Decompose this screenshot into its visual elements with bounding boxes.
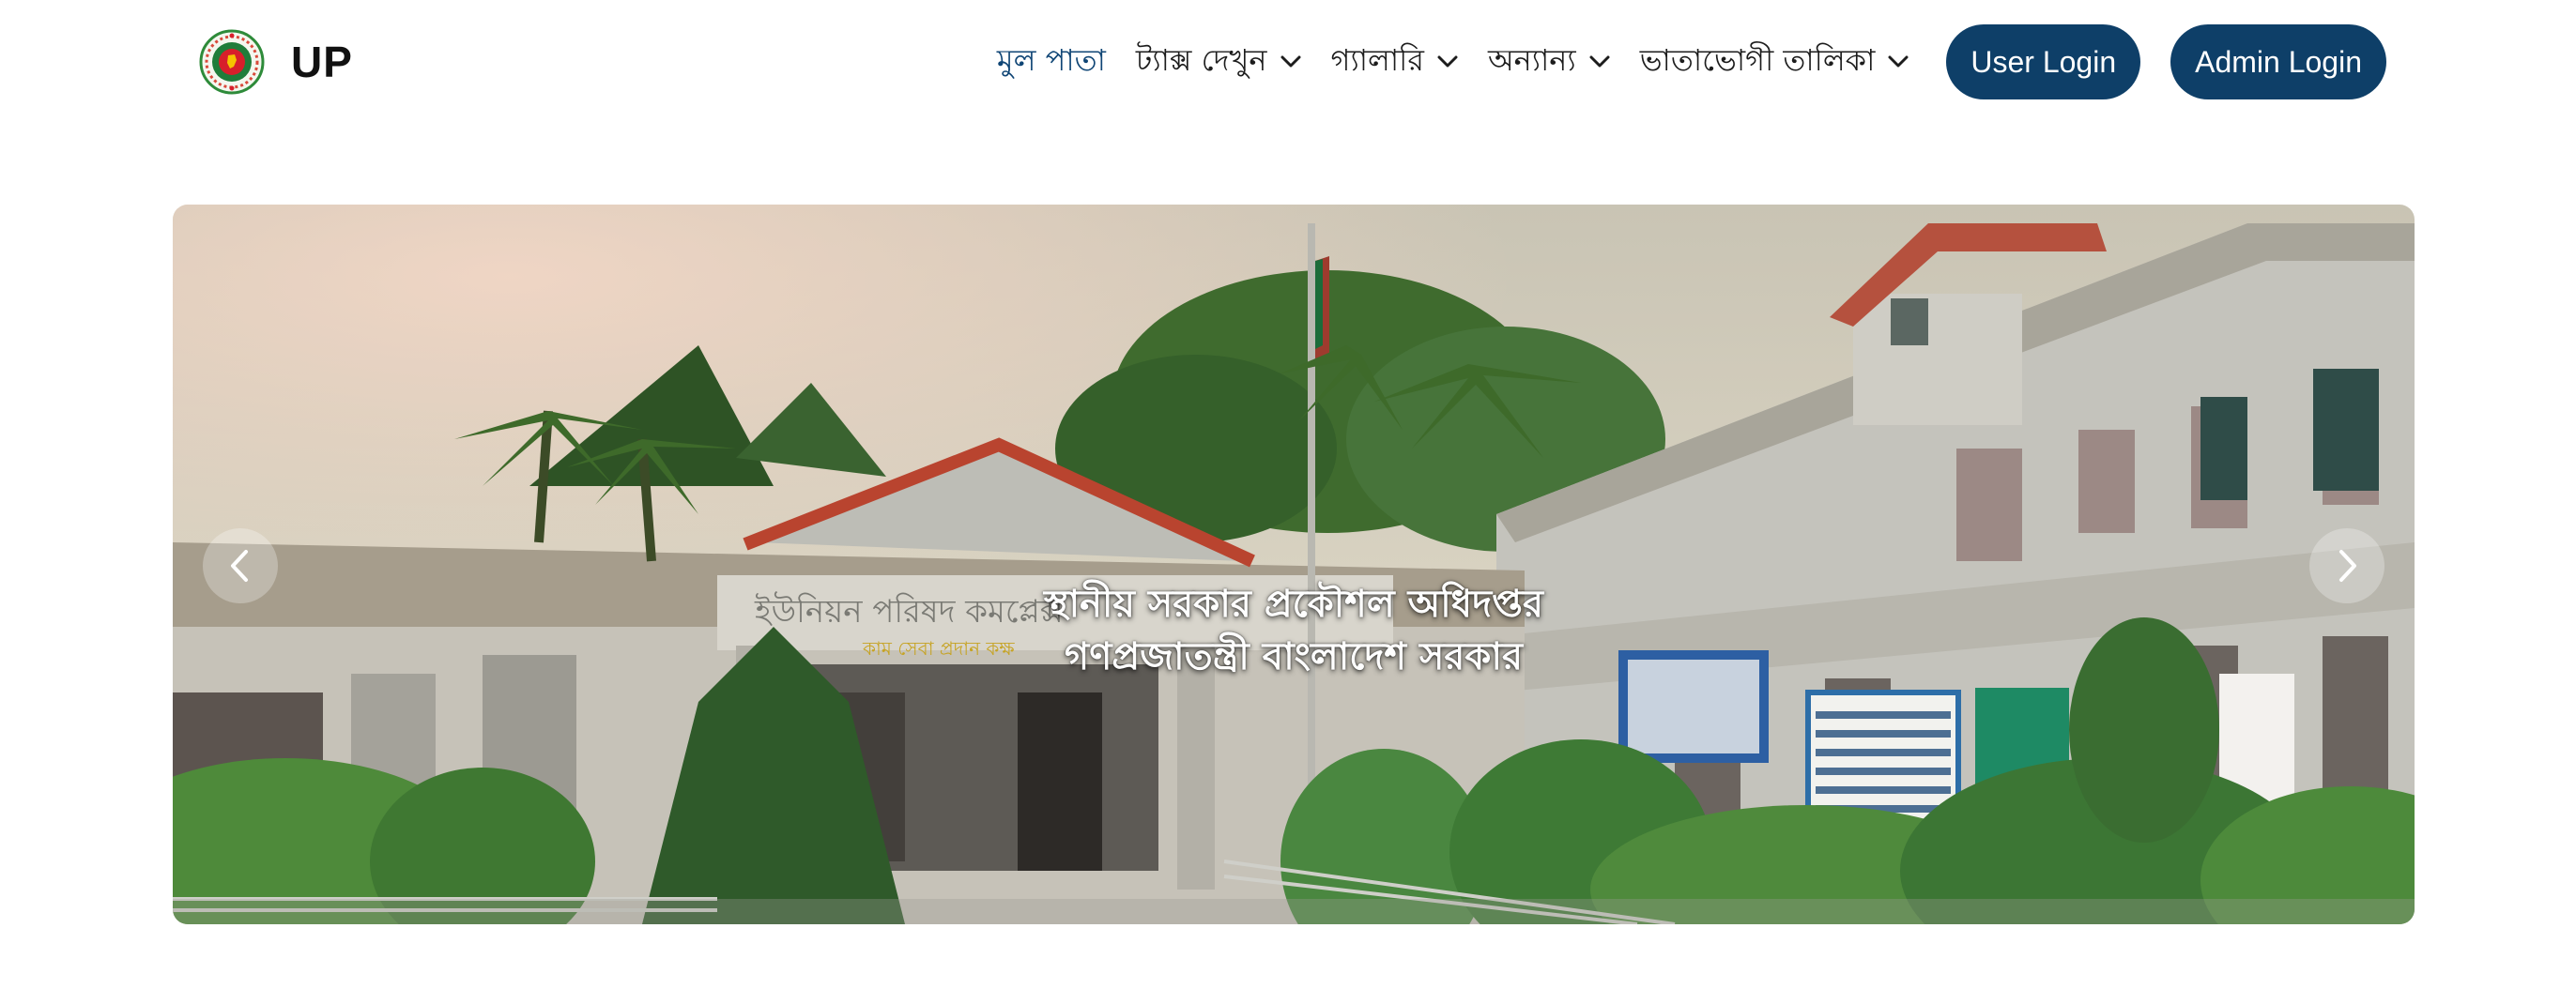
chevron-down-icon	[1437, 55, 1458, 68]
nav-item-beneficiary-list[interactable]: ভাতাভোগী তালিকা	[1640, 37, 1909, 87]
brand-text: UP	[291, 38, 353, 86]
nav-item-label: ভাতাভোগী তালিকা	[1639, 42, 1876, 78]
brand-link[interactable]: UP	[199, 28, 353, 96]
nav-item-home[interactable]: মুল পাতা	[997, 37, 1106, 87]
chevron-down-icon	[1589, 55, 1610, 68]
hero-carousel: ইউনিয়ন পরিষদ কমপ্লেক্স কাম সেবা প্রদান …	[173, 205, 2415, 924]
nav-item-label: গ্যালারি	[1330, 42, 1424, 78]
carousel-caption: স্থানীয় সরকার প্রকৌশল অধিদপ্তর গণপ্রজাত…	[173, 578, 2415, 683]
caption-line-2: গণপ্রজাতন্ত্রী বাংলাদেশ সরকার	[1065, 635, 1523, 678]
navbar: UP মুল পাতা ট্যাক্স দেখুন গ্যালারি অন্যা…	[0, 0, 2576, 124]
bangladesh-govt-seal-icon	[199, 29, 265, 95]
carousel-next-button[interactable]	[2309, 528, 2384, 603]
union-parishad-building-photo: ইউনিয়ন পরিষদ কমপ্লেক্স কাম সেবা প্রদান …	[173, 205, 2415, 924]
chevron-down-icon	[1280, 55, 1301, 68]
chevron-left-icon	[231, 550, 248, 582]
nav-item-others[interactable]: অন্যান্য	[1488, 37, 1610, 87]
admin-login-button[interactable]: Admin Login	[2170, 24, 2386, 99]
nav-item-tax[interactable]: ট্যাক্স দেখুন	[1136, 37, 1301, 87]
nav-item-label: অন্যান্য	[1487, 42, 1576, 78]
nav-item-gallery[interactable]: গ্যালারি	[1331, 37, 1458, 87]
user-login-button[interactable]: User Login	[1946, 24, 2141, 99]
nav-item-label: মুল পাতা	[996, 42, 1106, 78]
chevron-right-icon	[2339, 550, 2356, 582]
main-menu: মুল পাতা ট্যাক্স দেখুন গ্যালারি অন্যান্য…	[997, 23, 2386, 101]
chevron-down-icon	[1888, 55, 1909, 68]
nav-item-label: ট্যাক্স দেখুন	[1135, 42, 1267, 78]
carousel-prev-button[interactable]	[203, 528, 278, 603]
caption-line-1: স্থানীয় সরকার প্রকৌশল অধিদপ্তর	[1044, 583, 1543, 626]
